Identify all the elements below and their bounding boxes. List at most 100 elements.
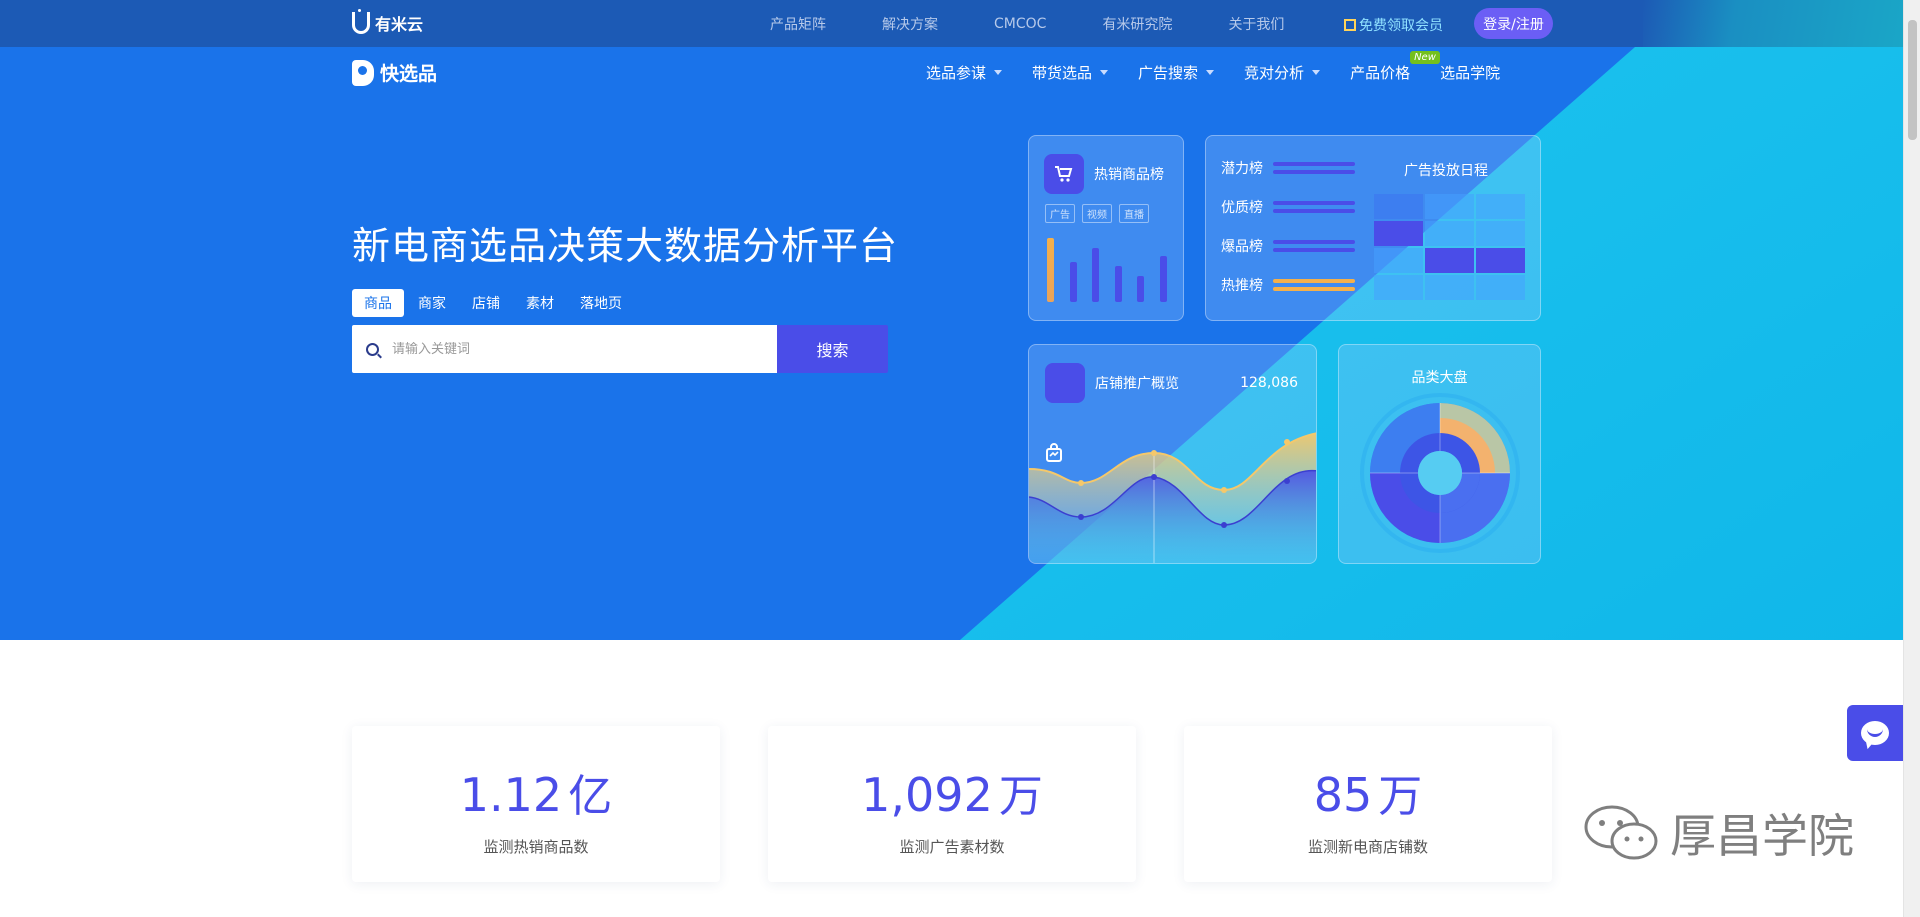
hero-diagonal-background <box>960 47 1903 640</box>
schedule-cell <box>1374 194 1423 219</box>
caret-down-icon <box>1312 69 1321 75</box>
nav-item-ad-search[interactable]: 广告搜索 <box>1138 62 1215 83</box>
top-link-cmcoc[interactable]: CMCOC <box>994 16 1046 32</box>
search-tab-materials[interactable]: 素材 <box>514 289 566 317</box>
chart-bar <box>1047 238 1054 302</box>
ad-schedule-title: 广告投放日程 <box>1404 163 1488 179</box>
nav-item-label: 竞对分析 <box>1244 63 1305 82</box>
rank-lines <box>1273 199 1355 215</box>
search-tab-landing-pages[interactable]: 落地页 <box>568 289 634 317</box>
nav-item-label: 产品价格 <box>1350 63 1411 82</box>
search-input-wrap <box>352 325 777 373</box>
top-links: 产品矩阵 解决方案 CMCOC 有米研究院 关于我们 <box>770 0 1340 47</box>
top-link-about[interactable]: 关于我们 <box>1228 14 1284 34</box>
watermark: 厚昌学院 <box>1582 800 1854 866</box>
chart-bar <box>1137 276 1145 302</box>
hot-goods-bar-chart <box>1047 232 1167 302</box>
scrollbar-thumb[interactable] <box>1908 20 1917 140</box>
search-input[interactable] <box>392 341 752 357</box>
search-tab-shops[interactable]: 店铺 <box>460 289 512 317</box>
tag-live: 直播 <box>1119 204 1149 223</box>
stat-unit: 亿 <box>568 771 613 822</box>
nav-item-pricing[interactable]: 产品价格 New <box>1350 50 1440 83</box>
caret-down-icon <box>994 69 1003 75</box>
rank-line <box>1273 287 1355 291</box>
shop-promo-card[interactable]: 店铺推广概览 128,086 <box>1028 344 1317 564</box>
page-scrollbar[interactable] <box>1903 0 1920 917</box>
gift-icon <box>1344 19 1356 31</box>
search-icon <box>366 342 379 356</box>
rank-line <box>1273 170 1355 174</box>
rank-quality[interactable]: 优质榜 <box>1221 197 1355 217</box>
chat-bubble-icon <box>1861 721 1889 745</box>
rank-label: 爆品榜 <box>1221 239 1263 255</box>
login-register-button[interactable]: 登录/注册 <box>1474 8 1553 39</box>
rank-potential[interactable]: 潜力榜 <box>1221 158 1355 178</box>
kuaixuanpin-logo[interactable]: 快选品 <box>352 59 437 86</box>
hot-goods-title: 热销商品榜 <box>1094 167 1164 183</box>
nav-item-live-selection[interactable]: 带货选品 <box>1032 62 1109 83</box>
hero-section: 快选品 选品参谋 带货选品 广告搜索 竞对分析 产品价格 New 选品学院 新电… <box>0 47 1903 640</box>
rank-line <box>1273 279 1355 283</box>
stat-value: 1.12 亿 <box>460 760 612 824</box>
top-link-products[interactable]: 产品矩阵 <box>770 14 826 34</box>
stats-section: 1.12 亿 监测热销商品数 1,092 万 监测广告素材数 85 万 监测新电商店铺… <box>0 640 1903 917</box>
new-badge: New <box>1410 50 1440 64</box>
rank-label: 优质榜 <box>1221 200 1263 216</box>
chart-bar <box>1114 266 1122 302</box>
hot-goods-card[interactable]: 热销商品榜 广告 视频 直播 <box>1028 135 1184 321</box>
stat-value: 1,092 万 <box>861 760 1043 824</box>
search-button[interactable]: 搜索 <box>777 325 888 373</box>
bag-icon <box>1045 363 1085 462</box>
rank-line <box>1273 162 1355 166</box>
stat-unit: 万 <box>1378 771 1423 822</box>
ad-schedule-grid <box>1374 194 1525 300</box>
kuaixuanpin-logo-icon <box>352 59 374 86</box>
free-member-link[interactable]: 免费领取会员 <box>1344 15 1443 35</box>
search-tab-goods[interactable]: 商品 <box>352 289 404 317</box>
nav-item-academy[interactable]: 选品学院 <box>1440 62 1500 83</box>
stat-value: 85 万 <box>1314 760 1423 824</box>
rank-lines <box>1273 277 1355 293</box>
rankings-card[interactable]: 潜力榜 优质榜 爆品榜 热推榜 广告投放日程 <box>1205 135 1541 321</box>
youmi-logo[interactable]: 有米云 <box>352 9 423 35</box>
hot-goods-tags: 广告 视频 直播 <box>1045 204 1156 223</box>
rank-hot-promo[interactable]: 热推榜 <box>1221 275 1355 295</box>
shop-promo-count: 128,086 <box>1240 375 1298 391</box>
kuaixuanpin-brand-text: 快选品 <box>380 63 438 85</box>
nav-item-selection-advisor[interactable]: 选品参谋 <box>926 62 1003 83</box>
search-box: 搜索 <box>352 325 888 373</box>
shop-promo-header: 店铺推广概览 <box>1045 363 1179 462</box>
nav-menu: 选品参谋 带货选品 广告搜索 竞对分析 产品价格 New 选品学院 <box>926 47 1530 97</box>
search-tab-merchants[interactable]: 商家 <box>406 289 458 317</box>
shop-promo-title: 店铺推广概览 <box>1095 376 1179 392</box>
schedule-cell <box>1374 221 1423 246</box>
rank-line <box>1273 209 1355 213</box>
top-link-solutions[interactable]: 解决方案 <box>882 14 938 34</box>
youmi-logo-icon <box>352 9 370 34</box>
hot-goods-header: 热销商品榜 <box>1044 154 1164 194</box>
tag-video: 视频 <box>1082 204 1112 223</box>
free-member-label: 免费领取会员 <box>1359 18 1443 34</box>
chat-button[interactable] <box>1847 705 1903 761</box>
top-link-research[interactable]: 有米研究院 <box>1102 14 1172 34</box>
rank-label: 潜力榜 <box>1221 161 1263 177</box>
cart-icon <box>1044 154 1084 194</box>
nav-item-competitor-analysis[interactable]: 竞对分析 <box>1244 62 1321 83</box>
caret-down-icon <box>1100 69 1109 75</box>
main-nav: 快选品 选品参谋 带货选品 广告搜索 竞对分析 产品价格 New 选品学院 <box>0 47 1903 97</box>
search-tabs: 商品 商家 店铺 素材 落地页 <box>352 289 636 317</box>
rank-hot-products[interactable]: 爆品榜 <box>1221 236 1355 256</box>
stat-number: 85 <box>1313 768 1373 822</box>
schedule-cell <box>1425 275 1474 300</box>
rank-line <box>1273 201 1355 205</box>
rank-lines <box>1273 238 1355 254</box>
nav-item-label: 选品参谋 <box>926 63 987 82</box>
schedule-cell <box>1476 275 1525 300</box>
stat-unit: 万 <box>998 771 1043 822</box>
schedule-cell <box>1425 221 1474 246</box>
category-card[interactable]: 品类大盘 <box>1338 344 1541 564</box>
chart-bar <box>1159 256 1167 302</box>
schedule-cell <box>1425 248 1474 273</box>
stat-card-ads: 1,092 万 监测广告素材数 <box>768 726 1136 882</box>
